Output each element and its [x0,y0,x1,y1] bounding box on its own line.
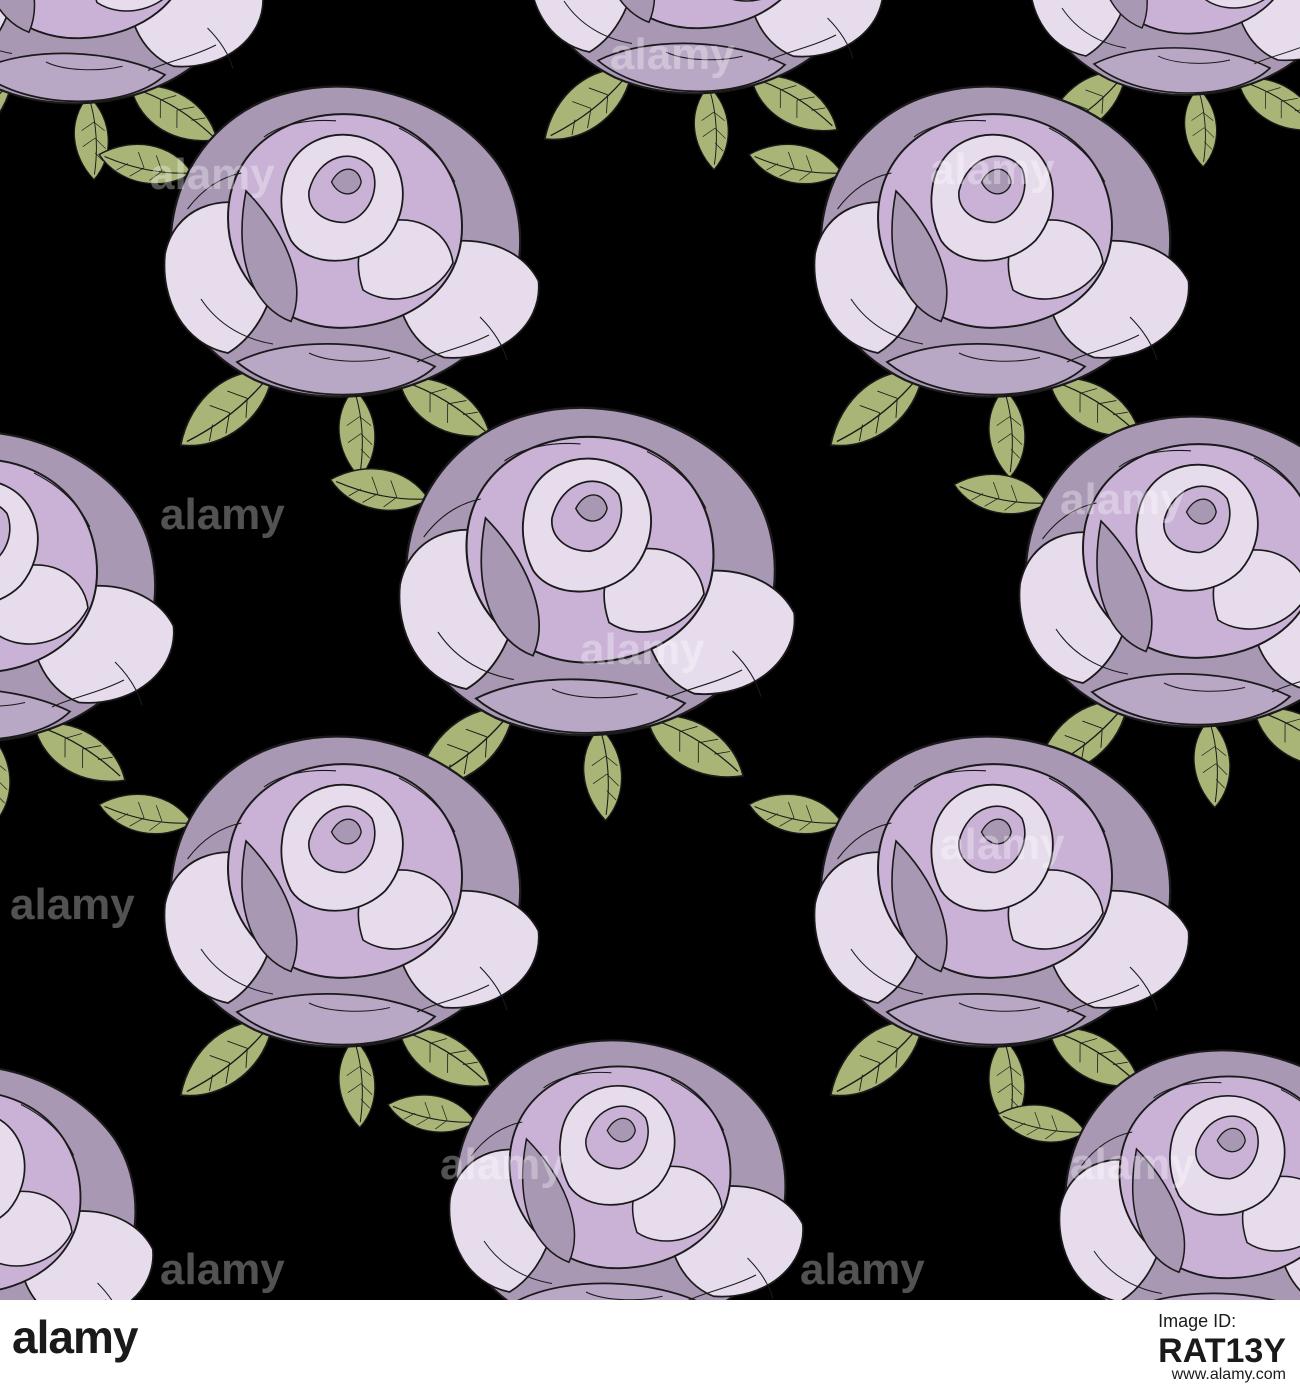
image-id-label: Image ID: [1158,1311,1237,1331]
image-id-value: RAT13Y [1158,1332,1286,1370]
stock-footer: alamy Image ID: RAT13Y www.alamy.com [0,1300,1300,1390]
image-id-block: Image ID: RAT13Y [1158,1310,1286,1370]
alamy-logo: alamy [12,1311,138,1363]
rose-pattern [0,0,1300,1300]
site-url: www.alamy.com [1171,1366,1286,1383]
